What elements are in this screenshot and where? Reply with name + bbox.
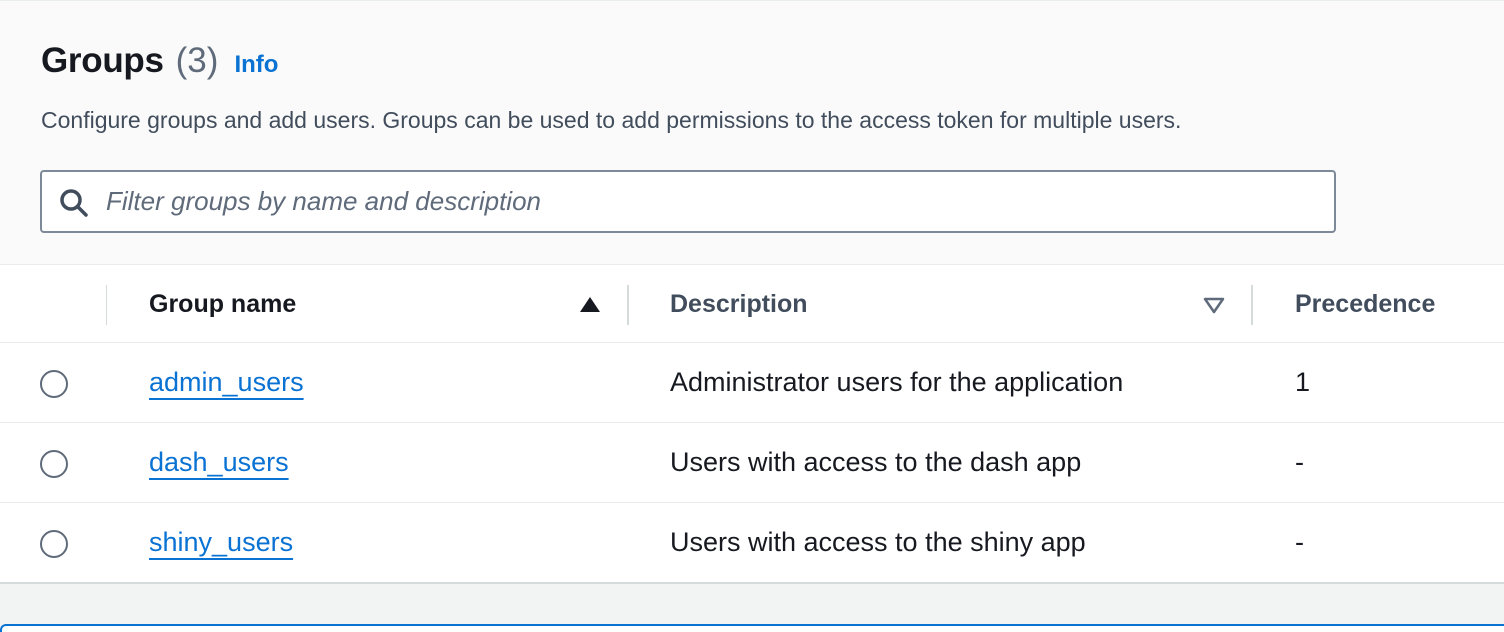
- column-resize-handle[interactable]: [627, 285, 629, 325]
- row-select-radio[interactable]: [40, 370, 68, 398]
- groups-panel: Groups (3) Info Configure groups and add…: [0, 0, 1504, 584]
- groups-header: Groups (3) Info Configure groups and add…: [0, 0, 1504, 265]
- group-name-link[interactable]: shiny_users: [149, 527, 293, 558]
- next-panel-edge: [0, 624, 1504, 632]
- table-header: Group name Description Precedence: [0, 266, 1504, 343]
- group-name-link[interactable]: dash_users: [149, 447, 289, 478]
- row-select-radio[interactable]: [40, 530, 68, 558]
- row-select-radio[interactable]: [40, 450, 68, 478]
- group-count: (3): [175, 41, 219, 80]
- group-description: Users with access to the dash app: [670, 447, 1082, 477]
- column-resize-handle[interactable]: [1251, 285, 1253, 325]
- info-link[interactable]: Info: [234, 51, 278, 79]
- page-title: Groups: [41, 41, 164, 80]
- group-description: Administrator users for the application: [670, 367, 1124, 397]
- search-icon: [60, 189, 88, 217]
- table-row: admin_users Administrator users for the …: [0, 343, 1504, 423]
- table-row: shiny_users Users with access to the shi…: [0, 503, 1504, 583]
- sort-ascending-icon[interactable]: [578, 293, 602, 317]
- sort-descending-icon[interactable]: [1202, 293, 1226, 317]
- group-precedence: -: [1295, 447, 1304, 477]
- column-divider: [106, 285, 107, 325]
- column-header-precedence: Precedence: [1295, 290, 1436, 318]
- group-precedence: 1: [1295, 367, 1311, 397]
- column-header-description[interactable]: Description: [670, 266, 808, 343]
- group-precedence: -: [1295, 527, 1304, 557]
- column-header-group-name[interactable]: Group name: [149, 266, 296, 343]
- group-name-link[interactable]: admin_users: [149, 367, 304, 398]
- group-description: Users with access to the shiny app: [670, 527, 1086, 557]
- table-row: dash_users Users with access to the dash…: [0, 423, 1504, 503]
- title-row: Groups (3) Info: [41, 41, 278, 89]
- filter-search-box[interactable]: [40, 170, 1336, 233]
- filter-groups-input[interactable]: [106, 172, 1316, 231]
- groups-description: Configure groups and add users. Groups c…: [41, 107, 1182, 133]
